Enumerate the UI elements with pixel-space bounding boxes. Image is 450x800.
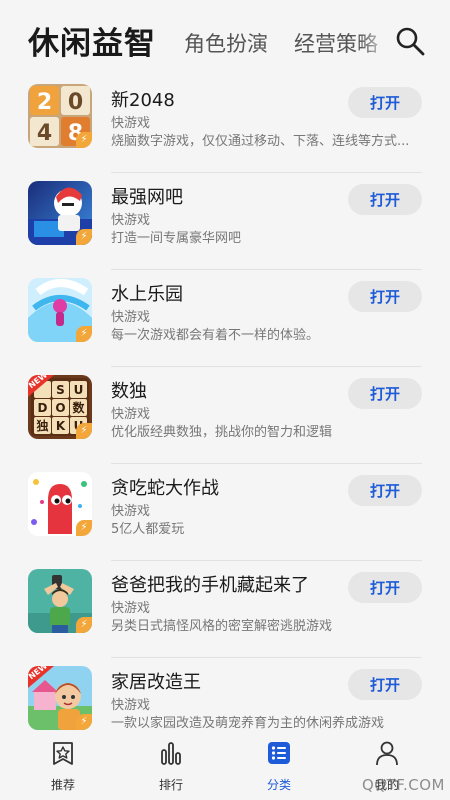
quick-game-badge: ⚡ [76, 520, 92, 536]
app-icon-internet-cafe: ⚡ [28, 181, 92, 245]
open-button[interactable]: 打开 [348, 669, 422, 700]
app-icon-hidden-phone: ⚡ [28, 569, 92, 633]
person-icon [376, 741, 398, 766]
lightning-icon: ⚡ [80, 716, 88, 727]
quick-game-badge: ⚡ [76, 229, 92, 245]
open-button[interactable]: 打开 [348, 87, 422, 118]
open-button[interactable]: 打开 [348, 184, 422, 215]
tab-fade-overlay [360, 22, 390, 58]
app-icon-sudoku: S U D O 数 独 K U NEW ⚡ [28, 375, 92, 439]
lightning-icon: ⚡ [80, 619, 88, 630]
nav-label: 分类 [266, 778, 291, 792]
open-button[interactable]: 打开 [348, 572, 422, 603]
list-item[interactable]: ⚡ 最强网吧 快游戏 打造一间专属豪华网吧 打开 [0, 173, 450, 270]
watermark: QQTF.COM [362, 776, 445, 794]
quick-game-badge: ⚡ [76, 423, 92, 439]
star-card-icon [53, 742, 73, 765]
app-name: 新2048 [111, 90, 175, 111]
nav-label: 排行 [158, 778, 183, 792]
top-tab-bar: 休闲益智 角色扮演 经营策略 [0, 0, 450, 76]
app-icon-home-makeover: NEW ⚡ [28, 666, 92, 730]
open-button[interactable]: 打开 [348, 378, 422, 409]
quick-game-badge: ⚡ [76, 617, 92, 633]
tab-role-play[interactable]: 角色扮演 [184, 28, 268, 58]
nav-recommend[interactable]: 推荐 [28, 740, 98, 793]
list-item[interactable]: ⚡ 贪吃蛇大作战 快游戏 5亿人都爱玩 打开 [0, 464, 450, 561]
lightning-icon: ⚡ [80, 134, 88, 145]
app-description: 烧脑数字游戏，仅仅通过移动、下落、连线等方式... [111, 134, 410, 149]
list-item[interactable]: ⚡ 爸爸把我的手机藏起来了 快游戏 另类日式搞怪风格的密室解密逃脱游戏 打开 [0, 561, 450, 658]
list-item[interactable]: S U D O 数 独 K U NEW ⚡ 数独 快游戏 优化版经典数独，挑战你… [0, 367, 450, 464]
app-description: 一款以家园改造及萌宠养育为主的休闲养成游戏 [111, 716, 385, 731]
open-button[interactable]: 打开 [348, 281, 422, 312]
nav-ranking[interactable]: 排行 [136, 740, 206, 793]
app-name: 最强网吧 [111, 187, 183, 208]
quick-game-badge: ⚡ [76, 714, 92, 730]
sudoku-letter: S [56, 383, 65, 397]
bar-chart-icon [161, 742, 181, 765]
app-name: 爸爸把我的手机藏起来了 [111, 575, 309, 596]
app-type: 快游戏 [111, 504, 151, 519]
quick-game-badge: ⚡ [76, 132, 92, 148]
app-description: 另类日式搞怪风格的密室解密逃脱游戏 [111, 619, 333, 634]
lightning-icon: ⚡ [80, 231, 88, 242]
app-name: 水上乐园 [111, 284, 183, 305]
app-type: 快游戏 [111, 116, 151, 131]
sudoku-letter: U [74, 383, 84, 397]
tile-digit: 2 [37, 90, 52, 115]
app-type: 快游戏 [111, 310, 151, 325]
list-item[interactable]: 2 0 4 8 ⚡ 新2048 快游戏 烧脑数字游戏，仅仅通过移动、下落、连线等… [0, 76, 450, 173]
tile-digit: 4 [37, 121, 52, 146]
sudoku-letter: O [55, 401, 65, 415]
app-type: 快游戏 [111, 698, 151, 713]
quick-game-badge: ⚡ [76, 326, 92, 342]
app-type: 快游戏 [111, 407, 151, 422]
app-description: 每一次游戏都会有着不一样的体验。 [111, 328, 320, 343]
category-list-icon [268, 742, 290, 764]
lightning-icon: ⚡ [80, 425, 88, 436]
lightning-icon: ⚡ [80, 522, 88, 533]
sudoku-letter: 独 [35, 418, 48, 433]
tab-casual-puzzle[interactable]: 休闲益智 [28, 18, 156, 63]
app-icon-2048: 2 0 4 8 ⚡ [28, 84, 92, 148]
nav-category[interactable]: 分类 [244, 740, 314, 793]
tile-digit: 0 [68, 90, 83, 115]
sudoku-letter: 数 [72, 400, 85, 415]
app-description: 打造一间专属豪华网吧 [111, 231, 242, 246]
app-name: 数独 [111, 381, 147, 402]
lightning-icon: ⚡ [80, 328, 88, 339]
nav-label: 推荐 [50, 778, 75, 792]
app-name: 家居改造王 [111, 672, 201, 693]
sudoku-letter: D [38, 401, 48, 415]
search-icon[interactable] [394, 25, 426, 57]
app-name: 贪吃蛇大作战 [111, 478, 219, 499]
game-list: 2 0 4 8 ⚡ 新2048 快游戏 烧脑数字游戏，仅仅通过移动、下落、连线等… [0, 76, 450, 755]
app-type: 快游戏 [111, 213, 151, 228]
app-icon-water-park: ⚡ [28, 278, 92, 342]
app-type: 快游戏 [111, 601, 151, 616]
app-icon-snake: ⚡ [28, 472, 92, 536]
app-description: 5亿人都爱玩 [111, 522, 185, 537]
sudoku-letter: K [56, 419, 66, 433]
open-button[interactable]: 打开 [348, 475, 422, 506]
app-description: 优化版经典数独，挑战你的智力和逻辑 [111, 425, 333, 440]
list-item[interactable]: ⚡ 水上乐园 快游戏 每一次游戏都会有着不一样的体验。 打开 [0, 270, 450, 367]
